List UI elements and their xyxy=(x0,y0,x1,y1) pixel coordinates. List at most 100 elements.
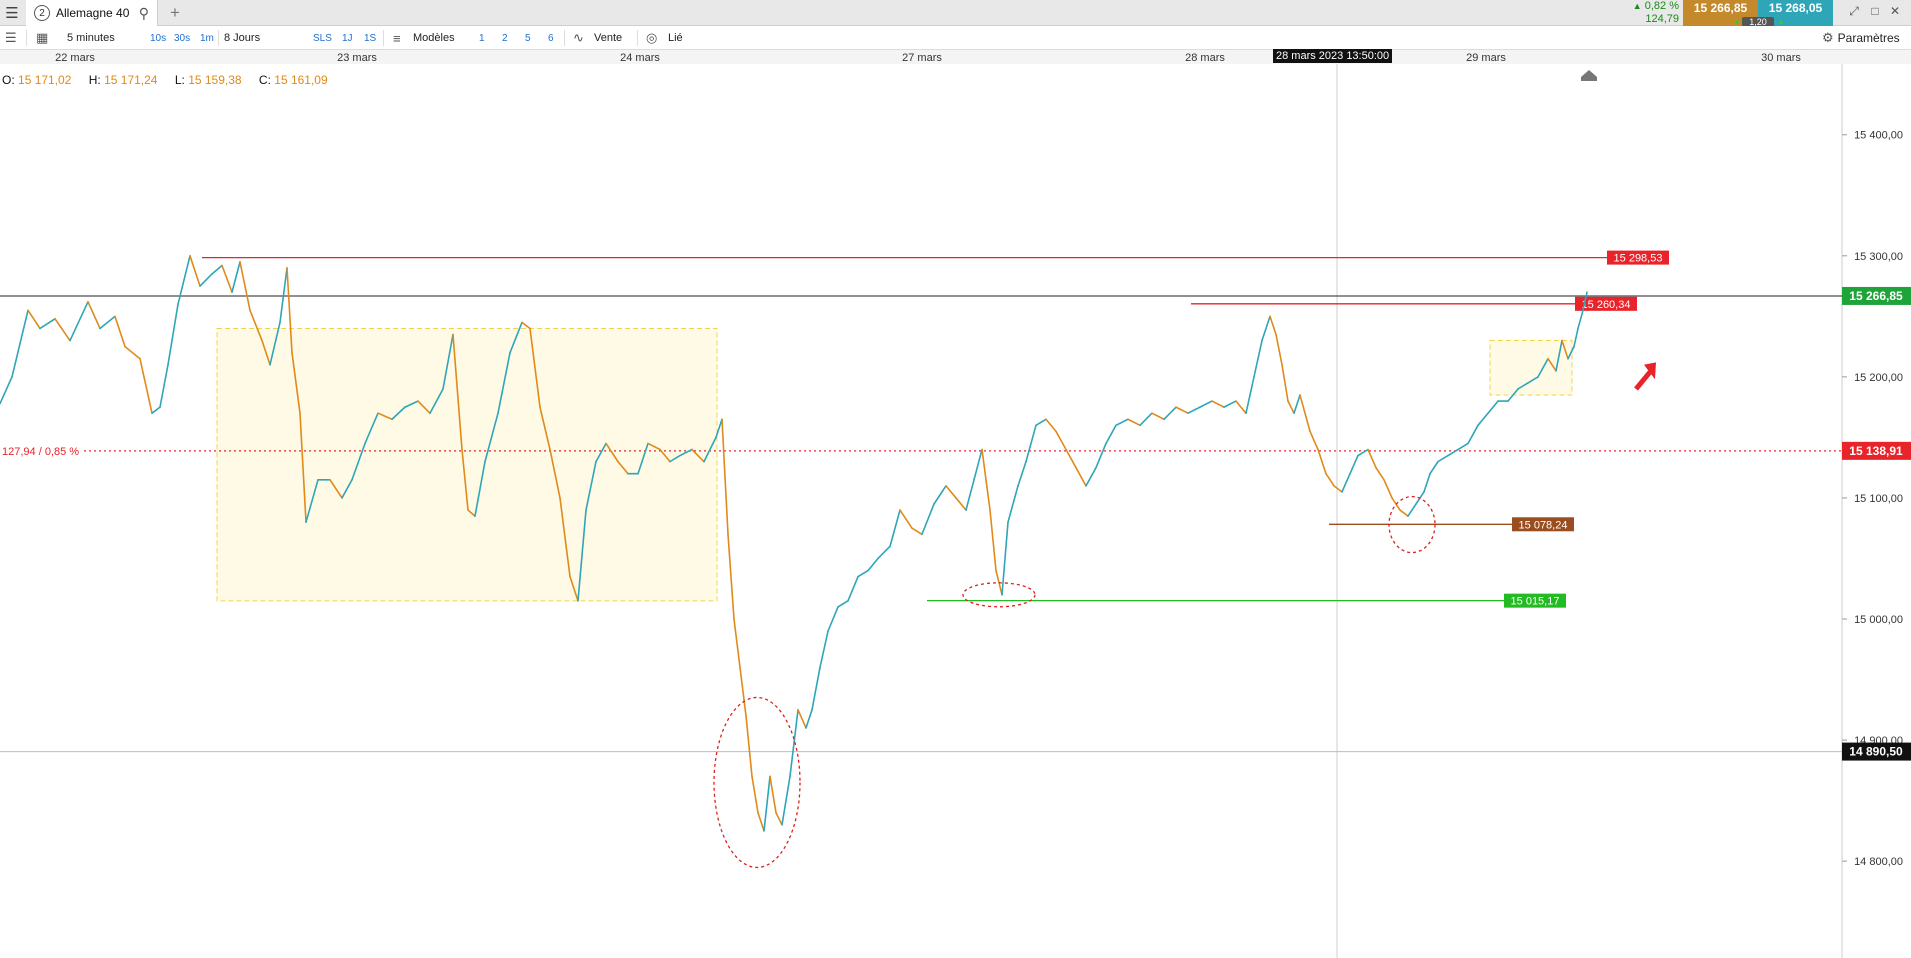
price-segment xyxy=(1085,466,1097,487)
close-icon[interactable]: ✕ xyxy=(1886,4,1904,18)
interval-30s[interactable]: 30s xyxy=(174,26,190,50)
plus-icon[interactable]: + xyxy=(164,0,186,26)
price-segment xyxy=(1007,485,1019,523)
interval-1m[interactable]: 1m xyxy=(200,26,214,50)
toolbar-divider xyxy=(26,30,27,46)
price-segment xyxy=(1139,412,1153,427)
price-segment xyxy=(797,709,807,729)
detach-icon[interactable]: ⤢ xyxy=(1845,4,1863,19)
model-slot-1[interactable]: 1 xyxy=(479,26,485,50)
ask-price: 15 268,05 xyxy=(1768,1,1823,15)
ohlc-readout: O: 15 171,02 H: 15 171,24 L: 15 159,38 C… xyxy=(2,73,342,87)
price-segment xyxy=(1253,339,1263,378)
price-segment xyxy=(279,267,288,324)
price-segment xyxy=(1299,394,1311,433)
link-icon[interactable]: ◎ xyxy=(646,26,657,50)
price-segment xyxy=(1235,400,1247,415)
price-segment xyxy=(1467,424,1479,445)
price-level-label: 15 015,17 xyxy=(1511,596,1560,608)
price-level-label: 15 298,53 xyxy=(1614,253,1663,265)
x-tick-label: 29 mars xyxy=(1466,52,1506,64)
price-level-label: 15 260,34 xyxy=(1582,299,1631,311)
settings-button[interactable]: ⚙ Paramètres xyxy=(1822,26,1900,50)
price-segment xyxy=(1211,400,1225,408)
price-segment xyxy=(239,261,251,312)
price-segment xyxy=(1487,400,1499,415)
bid-price: 15 266,85 xyxy=(1693,1,1748,15)
search-icon[interactable]: ⚲ xyxy=(139,5,149,22)
period-1j[interactable]: 1J xyxy=(342,26,353,50)
price-segment xyxy=(1075,466,1087,487)
reference-left-label: 127,94 / 0,85 % xyxy=(2,446,79,458)
period-sls[interactable]: SLS xyxy=(313,26,332,50)
close-label: C: xyxy=(258,73,271,87)
price-segment xyxy=(1349,454,1359,475)
y-tick-label: 14 800,00 xyxy=(1854,856,1903,868)
y-tick-label: 15 100,00 xyxy=(1854,493,1903,505)
price-segment xyxy=(867,557,879,572)
price-segment xyxy=(1457,442,1469,451)
price-segment xyxy=(1367,448,1377,469)
popout-icon[interactable]: □ xyxy=(1866,4,1884,18)
toolbar-divider xyxy=(383,30,384,46)
toolbar-divider xyxy=(564,30,565,46)
high-label: H: xyxy=(88,73,101,87)
price-segment xyxy=(39,317,56,330)
price-segment xyxy=(1175,406,1189,415)
list-icon[interactable]: ☰ xyxy=(5,26,17,50)
gear-icon: ⚙ xyxy=(1822,30,1834,45)
layout-icon[interactable]: ▦ xyxy=(36,26,48,50)
close-value: 15 161,09 xyxy=(274,73,328,87)
price-segment xyxy=(1269,315,1277,336)
y-tick-label: 15 400,00 xyxy=(1854,130,1903,142)
change-absolute: 124,79 xyxy=(1645,13,1679,25)
price-segment xyxy=(1035,418,1047,427)
price-segment xyxy=(945,485,957,499)
price-segment xyxy=(0,376,13,405)
price-segment xyxy=(151,406,161,415)
price-segment xyxy=(1317,448,1327,475)
price-segment xyxy=(1293,394,1301,415)
price-segment xyxy=(1325,472,1335,487)
hamburger-icon[interactable]: ☰ xyxy=(0,0,24,26)
price-segment xyxy=(189,255,201,287)
sell-button[interactable]: Vente xyxy=(594,26,622,50)
models-icon[interactable]: ≡ xyxy=(393,26,401,50)
price-segment xyxy=(1423,472,1431,493)
period-select[interactable]: 8 Jours xyxy=(224,26,260,50)
price-segment xyxy=(847,575,859,602)
reference-price-tag: 15 138,91 xyxy=(1849,444,1903,458)
quote-change: ▲ 0,82 % 124,79 xyxy=(1623,0,1683,26)
x-tick-label: 23 mars xyxy=(337,52,377,64)
interval-10s[interactable]: 10s xyxy=(150,26,166,50)
price-segment xyxy=(1281,363,1289,402)
price-segment xyxy=(1223,400,1237,408)
sell-icon[interactable]: ∿ xyxy=(573,26,584,50)
price-segment xyxy=(1105,424,1117,445)
price-chart[interactable]: 22 mars 23 mars 24 mars 27 mars 28 mars 29 ma… xyxy=(0,50,1911,958)
price-segment xyxy=(11,309,29,378)
instrument-tab[interactable]: 2 Allemagne 40 ⚲ xyxy=(26,0,158,26)
low-label: L: xyxy=(174,73,185,87)
price-segment xyxy=(139,357,153,415)
cursor-price-tag: 14 890,50 xyxy=(1849,745,1903,759)
interval-select[interactable]: 5 minutes xyxy=(67,26,115,50)
open-value: 15 171,02 xyxy=(18,73,72,87)
price-segment xyxy=(87,301,101,330)
price-segment xyxy=(751,775,759,814)
price-segment xyxy=(69,301,89,342)
x-tick-label: 24 mars xyxy=(620,52,660,64)
ask-up-icon: ▲ xyxy=(1777,17,1785,26)
models-button[interactable]: Modèles xyxy=(413,26,455,50)
trend-arrow-shaft xyxy=(1634,369,1653,391)
linked-button[interactable]: Lié xyxy=(668,26,683,50)
price-segment xyxy=(1017,460,1027,487)
price-segment xyxy=(99,315,116,330)
model-slot-5[interactable]: 5 xyxy=(525,26,531,50)
price-segment xyxy=(989,509,997,572)
price-segment xyxy=(819,630,829,669)
model-slot-2[interactable]: 2 xyxy=(502,26,508,50)
period-1s[interactable]: 1S xyxy=(364,26,376,50)
model-slot-6[interactable]: 6 xyxy=(548,26,554,50)
price-segment xyxy=(739,666,747,717)
